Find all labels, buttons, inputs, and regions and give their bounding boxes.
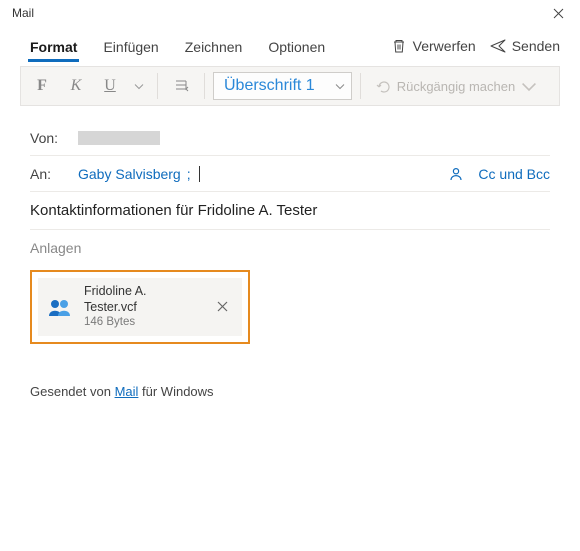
chevron-down-icon [335, 81, 345, 91]
remove-attachment-button[interactable] [210, 295, 234, 319]
add-contact-button[interactable] [448, 166, 464, 182]
subject-row: Kontaktinformationen für Fridoline A. Te… [30, 192, 550, 230]
discard-button[interactable]: Verwerfen [391, 38, 476, 54]
send-icon [490, 38, 506, 54]
heading-style-label: Überschrift 1 [224, 77, 315, 95]
signature-prefix: Gesendet von [30, 384, 115, 399]
from-label: Von: [30, 130, 68, 146]
discard-label: Verwerfen [413, 38, 476, 54]
window-title: Mail [8, 6, 34, 20]
recipient-chip[interactable]: Gaby Salvisberg [78, 166, 181, 182]
heading-style-dropdown[interactable]: Überschrift 1 [213, 72, 352, 100]
message-header-fields: Von: An: Gaby Salvisberg; Cc und Bcc Kon… [0, 106, 580, 344]
underline-button[interactable]: U [95, 71, 125, 101]
undo-icon [375, 78, 391, 94]
tab-draw[interactable]: Zeichnen [175, 31, 253, 62]
to-label: An: [30, 166, 68, 182]
window-titlebar: Mail [0, 0, 580, 26]
tab-insert[interactable]: Einfügen [93, 31, 168, 62]
undo-button-disabled: Rückgängig machen [369, 78, 544, 94]
contacts-icon [47, 296, 73, 318]
signature-app-link[interactable]: Mail [115, 384, 139, 399]
chevron-down-icon [134, 81, 144, 91]
ribbon-divider [157, 73, 158, 99]
italic-button[interactable]: K [61, 71, 91, 101]
person-icon [448, 166, 464, 182]
window-close-button[interactable] [544, 0, 572, 26]
attachments-row: Anlagen [30, 230, 550, 266]
format-ribbon: F K U Überschrift 1 Rückgängig machen [20, 66, 560, 106]
to-row: An: Gaby Salvisberg; Cc und Bcc [30, 156, 550, 192]
send-label: Senden [512, 38, 560, 54]
subject-input[interactable]: Kontaktinformationen für Fridoline A. Te… [30, 194, 550, 227]
from-row: Von: [30, 120, 550, 156]
font-more-dropdown[interactable] [129, 81, 149, 91]
attachment-highlight: Fridoline A. Tester.vcf 146 Bytes [30, 270, 250, 344]
indent-icon [173, 78, 189, 94]
signature-suffix: für Windows [138, 384, 213, 399]
ribbon-divider-3 [360, 73, 361, 99]
send-button[interactable]: Senden [490, 38, 560, 54]
attachment-size: 146 Bytes [84, 315, 200, 329]
attachment-name: Fridoline A. Tester.vcf [84, 284, 200, 315]
trash-icon [391, 38, 407, 54]
close-icon [217, 301, 228, 312]
to-input[interactable]: Gaby Salvisberg; [78, 166, 438, 182]
message-body[interactable]: Gesendet von Mail für Windows [0, 344, 580, 399]
tab-format[interactable]: Format [20, 31, 87, 62]
tab-options[interactable]: Optionen [258, 31, 335, 62]
text-cursor [199, 166, 200, 182]
cc-bcc-toggle[interactable]: Cc und Bcc [478, 166, 550, 182]
chevron-down-icon [521, 78, 537, 94]
attachment-chip[interactable]: Fridoline A. Tester.vcf 146 Bytes [38, 278, 242, 336]
from-value-redacted [78, 131, 160, 145]
contacts-file-icon [46, 296, 74, 318]
attachments-label: Anlagen [30, 232, 81, 264]
ribbon-tabs-row: Format Einfügen Zeichnen Optionen Verwer… [0, 26, 580, 66]
undo-label: Rückgängig machen [397, 79, 516, 94]
recipient-separator: ; [187, 166, 191, 182]
indent-button[interactable] [166, 71, 196, 101]
ribbon-divider-2 [204, 73, 205, 99]
bold-button[interactable]: F [27, 71, 57, 101]
close-icon [553, 8, 564, 19]
